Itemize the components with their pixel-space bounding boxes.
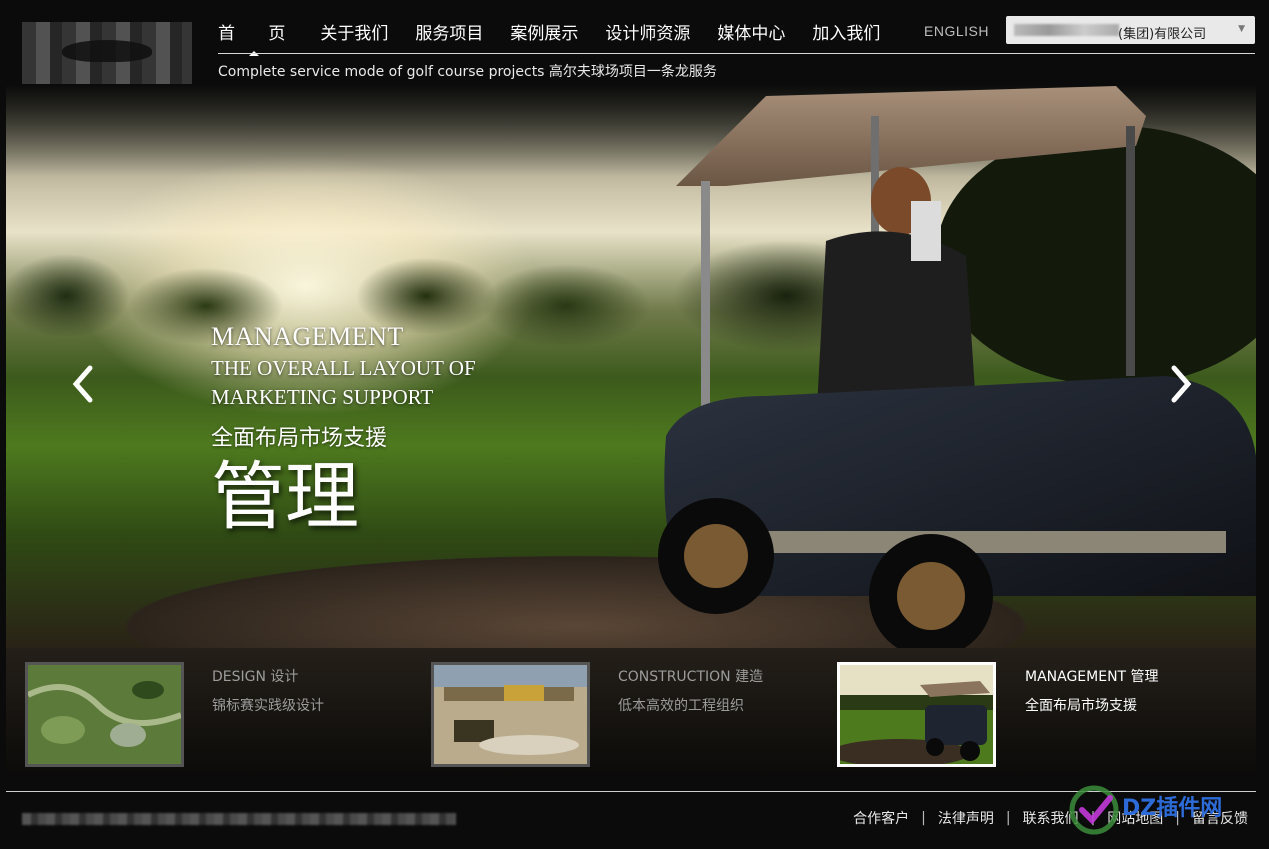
- thumbnail-caption-design[interactable]: DESIGN 设计 锦标赛实践级设计: [212, 666, 324, 715]
- hero-line-marketing: MARKETING SUPPORT: [211, 385, 434, 409]
- nav-item-join[interactable]: 加入我们: [812, 19, 880, 44]
- hero-title-cn: 管理: [211, 454, 359, 540]
- thumbnail-title-management: MANAGEMENT 管理: [1025, 669, 1159, 685]
- thumbnail-caption-management[interactable]: MANAGEMENT 管理 全面布局市场支援: [1025, 666, 1159, 715]
- footer-separator: |: [1005, 810, 1011, 826]
- hero-text-block: MANAGEMENT THE OVERALL LAYOUT OF MARKETI…: [211, 322, 476, 534]
- language-switch-english[interactable]: ENGLISH: [924, 23, 989, 39]
- chevron-left-icon: [72, 365, 93, 403]
- slider-next-button[interactable]: [1166, 364, 1196, 404]
- company-select-value: (集团)有限公司: [1118, 27, 1207, 42]
- chevron-down-icon: ▼: [1238, 24, 1245, 34]
- aerial-course-image: [28, 665, 181, 764]
- slide-thumbnails: DESIGN 设计 锦标赛实践级设计 CONSTRUCTION 建造 低本高效的…: [6, 648, 1256, 774]
- hero-line-layout: THE OVERALL LAYOUT OF: [211, 356, 476, 380]
- nav-item-services[interactable]: 服务项目: [415, 19, 483, 44]
- header-tagline: Complete service mode of golf course pro…: [218, 64, 717, 80]
- footer-copyright-redacted: [22, 813, 456, 825]
- thumbnail-subtitle-construction: 低本高效的工程组织: [618, 698, 744, 714]
- thumbnail-construction[interactable]: [431, 662, 590, 767]
- construction-site-image: [434, 665, 587, 764]
- footer-separator: |: [921, 810, 926, 826]
- main-nav: 首 页 关于我们 服务项目 案例展示 设计师资源 媒体中心 加入我们: [218, 16, 907, 56]
- thumbnail-title-construction: CONSTRUCTION 建造: [618, 669, 764, 685]
- company-logo[interactable]: [22, 22, 192, 84]
- nav-item-cases[interactable]: 案例展示: [510, 19, 578, 44]
- watermark-logo: DZ插件网: [1066, 780, 1256, 838]
- company-select[interactable]: (集团)有限公司 ▼: [1006, 16, 1255, 44]
- thumbnail-title-design: DESIGN 设计: [212, 669, 299, 685]
- golf-cart-image: [658, 86, 1256, 648]
- nav-item-about[interactable]: 关于我们: [320, 19, 388, 44]
- page: 首 页 关于我们 服务项目 案例展示 设计师资源 媒体中心 加入我们 ENGLI…: [0, 0, 1269, 849]
- footer-link-partners[interactable]: 合作客户: [853, 808, 909, 828]
- thumbnail-subtitle-design: 锦标赛实践级设计: [212, 698, 324, 714]
- golf-cart-thumbnail-image: [840, 665, 993, 764]
- watermark-check-icon: [1069, 785, 1119, 835]
- watermark-text: DZ插件网: [1122, 796, 1223, 821]
- thumbnail-caption-construction[interactable]: CONSTRUCTION 建造 低本高效的工程组织: [618, 666, 763, 715]
- company-name-redacted: [1014, 24, 1119, 36]
- footer-link-legal[interactable]: 法律声明: [938, 808, 994, 828]
- hero-banner[interactable]: MANAGEMENT THE OVERALL LAYOUT OF MARKETI…: [6, 86, 1256, 648]
- thumbnail-design[interactable]: [25, 662, 184, 767]
- nav-item-media[interactable]: 媒体中心: [717, 19, 785, 44]
- nav-item-designers[interactable]: 设计师资源: [605, 19, 690, 44]
- chevron-right-icon: [1171, 365, 1192, 403]
- hero-line-management: MANAGEMENT: [211, 322, 404, 351]
- hero-subtitle-cn: 全面布局市场支援: [211, 426, 388, 451]
- header-divider: [218, 53, 1255, 54]
- slider-prev-button[interactable]: [68, 364, 98, 404]
- thumbnail-subtitle-management: 全面布局市场支援: [1025, 698, 1137, 714]
- nav-item-home[interactable]: 首 页: [218, 19, 299, 56]
- thumbnail-management[interactable]: [837, 662, 996, 767]
